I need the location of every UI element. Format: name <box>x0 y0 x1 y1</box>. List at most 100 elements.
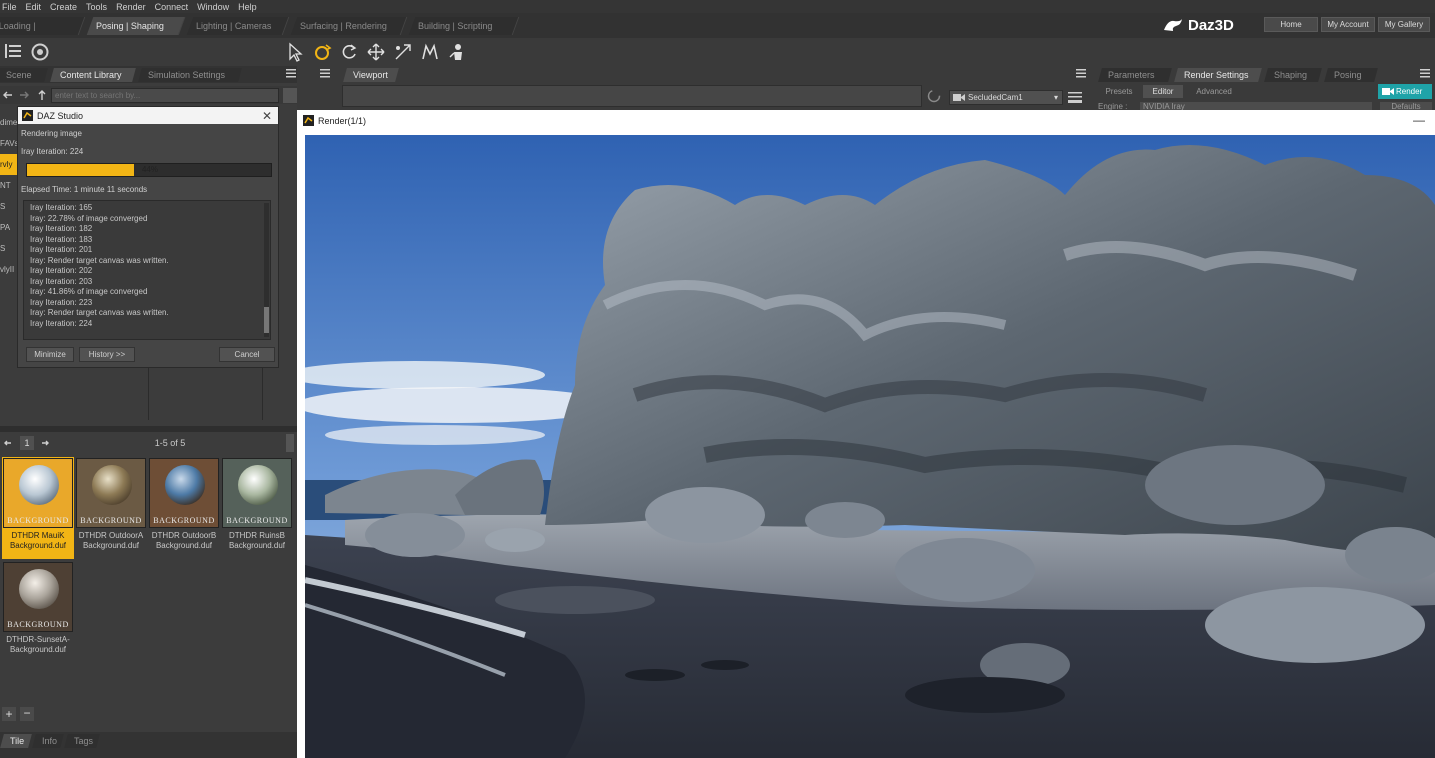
minimize-window-icon[interactable]: — <box>1413 113 1425 127</box>
search-input[interactable] <box>51 88 279 103</box>
tab-content-library[interactable]: Content Library <box>50 68 136 82</box>
log-scroll-thumb[interactable] <box>264 307 269 333</box>
tab-scene[interactable]: Scene <box>0 68 48 82</box>
subtab-presets[interactable]: Presets <box>1098 85 1140 98</box>
up-arrow-icon[interactable] <box>36 89 48 101</box>
menu-create[interactable]: Create <box>50 2 77 12</box>
chevron-down-icon: ▾ <box>1053 93 1058 102</box>
select-tool-icon[interactable] <box>285 42 305 62</box>
hdri-sphere-icon <box>19 465 59 505</box>
minimize-button[interactable]: Minimize <box>26 347 74 362</box>
subtab-editor[interactable]: Editor <box>1143 85 1183 98</box>
viewport-options-icon[interactable] <box>1067 90 1083 105</box>
close-icon[interactable]: ✕ <box>262 109 272 123</box>
tab-posing-shaping[interactable]: Posing | Shaping <box>86 17 186 35</box>
right-pane-menu-icon[interactable] <box>1076 69 1086 78</box>
viewport-menu-icon[interactable] <box>320 69 330 78</box>
menu-window[interactable]: Window <box>197 2 229 12</box>
subtab-advanced[interactable]: Advanced <box>1186 85 1242 98</box>
toolbar <box>0 38 1435 66</box>
target-icon[interactable] <box>31 43 49 61</box>
hdri-sphere-icon <box>165 465 205 505</box>
tab-info[interactable]: Info <box>32 734 64 748</box>
thumbnail-label[interactable]: DTHDR OutdoorA Background.duf <box>74 531 148 551</box>
thumbnail-sunseta[interactable]: BACKGROUND <box>3 562 73 632</box>
folder-item-selected[interactable]: rvly <box>0 154 17 175</box>
home-button[interactable]: Home <box>1264 17 1318 32</box>
log-line: Iray: Render target canvas was written. <box>30 308 169 317</box>
thumbnail-ruinsb[interactable]: BACKGROUND <box>222 458 292 528</box>
folder-item[interactable]: FAVs <box>0 133 19 154</box>
thumbnail-badge: BACKGROUND <box>7 516 69 525</box>
thumbnail-outdoorb[interactable]: BACKGROUND <box>149 458 219 528</box>
tab-loading-creating[interactable]: Loading | Creating <box>0 17 86 49</box>
prev-page-icon[interactable] <box>2 437 14 449</box>
log-line: Iray Iteration: 202 <box>30 266 93 275</box>
log-line: Iray: 22.78% of image converged <box>30 213 148 223</box>
folder-item[interactable]: dime <box>0 112 17 133</box>
tab-tile[interactable]: Tile <box>0 734 32 748</box>
menu-render[interactable]: Render <box>116 2 146 12</box>
menu-help[interactable]: Help <box>238 2 257 12</box>
camera-select[interactable]: SecludedCam1 ▾ <box>949 90 1063 105</box>
history-button[interactable]: History >> <box>79 347 135 362</box>
tab-building-scripting[interactable]: Building | Scripting <box>408 17 520 35</box>
viewport-toolbar <box>342 85 922 107</box>
thumbnail-label[interactable]: DTHDR-SunsetA-Background.duf <box>1 635 75 655</box>
tab-surfacing-rendering[interactable]: Surfacing | Rendering <box>290 17 408 35</box>
node-weight-tool-icon[interactable] <box>420 42 440 62</box>
page-number[interactable]: 1 <box>20 436 34 450</box>
tab-viewport[interactable]: Viewport <box>343 68 399 82</box>
folder-tree: dime FAVs rvly NT S PA S vlyII <box>0 112 19 280</box>
cancel-button[interactable]: Cancel <box>219 347 275 362</box>
menu-edit[interactable]: Edit <box>26 2 42 12</box>
tab-render-settings[interactable]: Render Settings <box>1174 68 1262 82</box>
log-scrollbar[interactable] <box>264 203 269 337</box>
next-page-icon[interactable] <box>39 437 51 449</box>
tab-simulation-settings[interactable]: Simulation Settings <box>138 68 242 82</box>
remove-icon[interactable]: − <box>20 707 34 721</box>
tab-parameters[interactable]: Parameters <box>1098 68 1172 82</box>
rotate-tool-icon[interactable] <box>339 42 359 62</box>
rendered-image <box>305 135 1435 758</box>
log-line: Iray Iteration: 201 <box>30 245 93 254</box>
folder-item[interactable]: vlyII <box>0 259 17 280</box>
tab-lighting-cameras[interactable]: Lighting | Cameras <box>186 17 290 35</box>
log-line: Iray Iteration: 223 <box>30 297 93 307</box>
render-progress-bar: 44% <box>26 163 272 177</box>
daz-app-icon <box>22 110 33 121</box>
right-pane-menu-icon[interactable] <box>1420 69 1430 78</box>
my-account-button[interactable]: My Account <box>1321 17 1375 32</box>
render-log[interactable]: Iray Iteration: 165 Iray: 22.78% of imag… <box>23 200 271 340</box>
thumbnail-outdoora[interactable]: BACKGROUND <box>76 458 146 528</box>
pane-menu-icon[interactable] <box>5 43 21 59</box>
render-button[interactable]: Render <box>1378 84 1432 99</box>
thumbnail-mauik[interactable]: BACKGROUND <box>3 458 73 528</box>
universal-tool-icon[interactable] <box>312 42 332 62</box>
menu-file[interactable]: File <box>2 2 17 12</box>
hdri-sphere-icon <box>238 465 278 505</box>
pane-splitter[interactable] <box>0 426 297 432</box>
menu-connect[interactable]: Connect <box>155 2 189 12</box>
scale-tool-icon[interactable] <box>393 42 413 62</box>
left-pane-menu-icon[interactable] <box>286 69 296 78</box>
thumbnail-label[interactable]: DTHDR OutdoorB Background.duf <box>147 531 221 551</box>
tab-posing[interactable]: Posing <box>1324 68 1378 82</box>
back-arrow-icon[interactable] <box>2 89 14 101</box>
forward-arrow-icon[interactable] <box>18 89 30 101</box>
figure-tool-icon[interactable] <box>447 42 467 62</box>
thumbnail-label[interactable]: DTHDR RuinsB Background.duf <box>220 531 294 551</box>
my-gallery-button[interactable]: My Gallery <box>1378 17 1430 32</box>
tab-shaping[interactable]: Shaping <box>1264 68 1322 82</box>
engine-select[interactable]: NVIDIA Iray <box>1140 102 1372 110</box>
tab-tags[interactable]: Tags <box>64 734 100 748</box>
defaults-button[interactable]: Defaults <box>1380 102 1432 110</box>
folder-item[interactable]: PA S <box>0 217 17 259</box>
thumbnail-label[interactable]: DTHDR MauiK Background.duf <box>1 531 75 551</box>
menu-tools[interactable]: Tools <box>86 2 107 12</box>
menu-bar: File Edit Create Tools Render Connect Wi… <box>0 0 1435 13</box>
translate-tool-icon[interactable] <box>366 42 386 62</box>
view-scroll-icon[interactable] <box>286 434 294 452</box>
folder-item[interactable]: NT S <box>0 175 17 217</box>
add-icon[interactable]: + <box>2 707 16 721</box>
